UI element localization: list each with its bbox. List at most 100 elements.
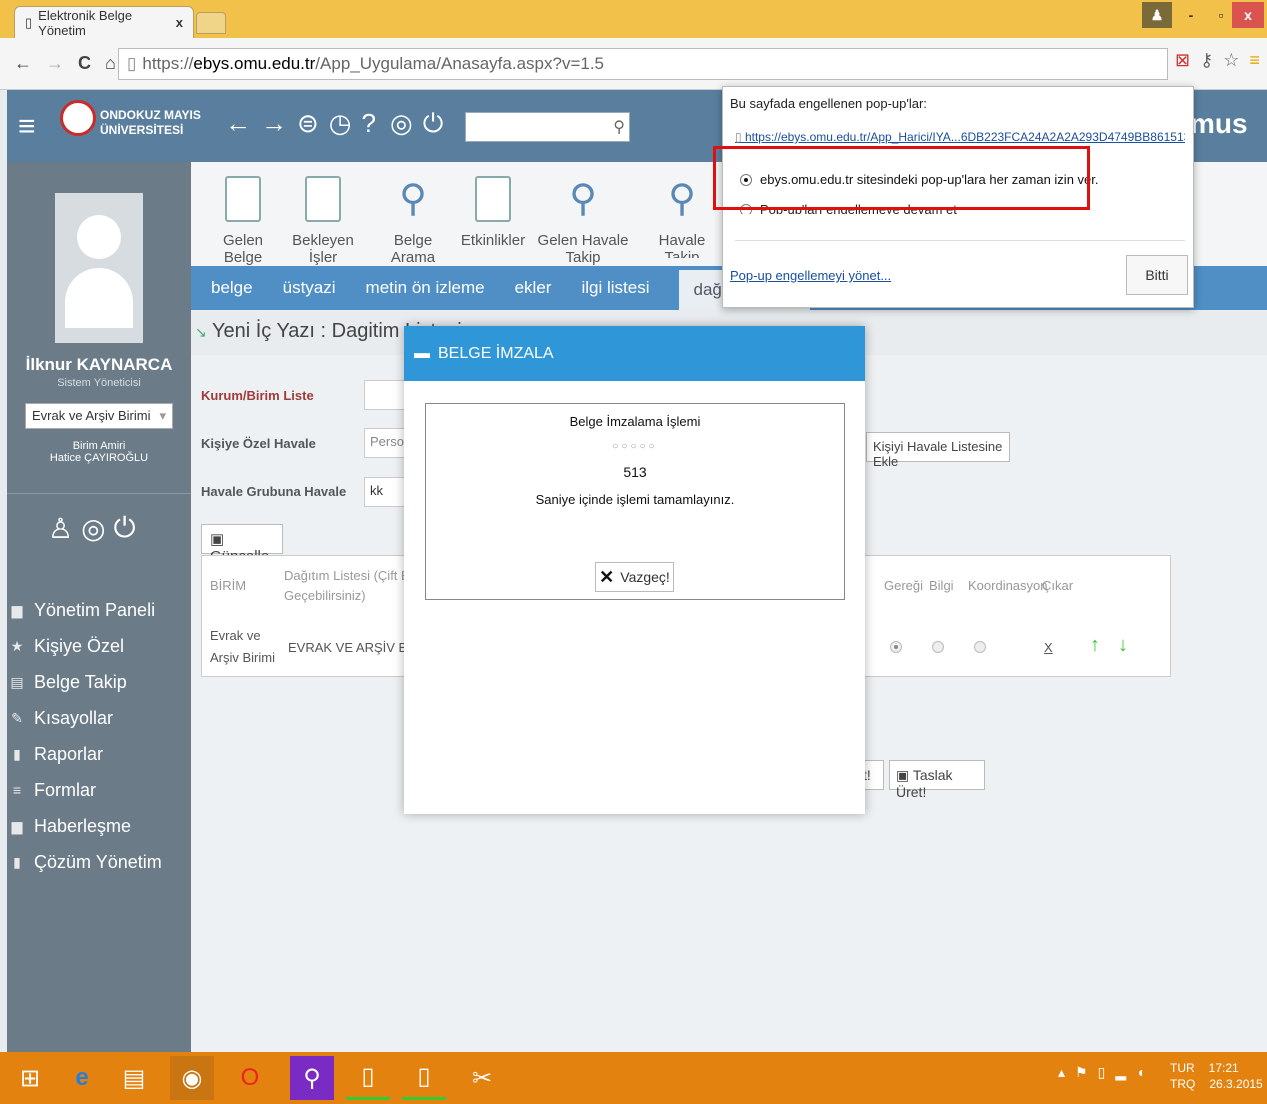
row-unit-1: Evrak ve xyxy=(210,628,261,643)
grup-label: Havale Grubuna Havale xyxy=(201,484,347,499)
ie-icon[interactable]: e xyxy=(60,1056,104,1100)
kurum-label: Kurum/Birim Liste xyxy=(201,388,314,403)
tab-ustyazi[interactable]: üstyazi xyxy=(283,278,336,298)
user-icon[interactable]: ♟ xyxy=(1142,2,1172,28)
chevron-down-icon: ▾ xyxy=(159,408,166,423)
radio-bilgi[interactable] xyxy=(932,641,944,653)
ribbon-etkinlikler-button[interactable]: Etkinlikler xyxy=(455,172,531,258)
document-icon xyxy=(225,176,261,222)
address-bar[interactable]: ▯ https://ebys.omu.edu.tr/App_Uygulama/A… xyxy=(118,48,1168,80)
ribbon-havale-takip-button[interactable]: ⚲ Havale Takip xyxy=(643,172,721,258)
hamburger-menu-icon[interactable]: ≡ xyxy=(18,112,36,142)
back-arrow-icon[interactable]: ← xyxy=(225,108,251,139)
sidebar-item-cozum-yonetim[interactable]: ▮ Çözüm Yönetim xyxy=(10,844,188,880)
home-icon[interactable]: ⌂ xyxy=(105,53,116,74)
chrome-icon[interactable]: ◉ xyxy=(170,1056,214,1100)
search-icon: ⚲ xyxy=(399,178,427,220)
start-icon[interactable]: ⊞ xyxy=(8,1056,52,1100)
tab-metin-on-izleme[interactable]: metin ön izleme xyxy=(366,278,485,298)
power-icon[interactable]: ⏻ xyxy=(114,512,136,545)
university-logo xyxy=(60,100,96,136)
header-cikar: Çıkar xyxy=(1042,578,1074,593)
chevron-up-icon[interactable]: ▴ xyxy=(1058,1064,1065,1081)
header-search-input[interactable]: ⚲ xyxy=(465,112,630,142)
opera-icon[interactable]: O xyxy=(228,1056,272,1100)
globe-icon[interactable]: ◎ xyxy=(81,512,105,545)
sidebar-item-yonetim-paneli[interactable]: ▆ Yönetim Paneli xyxy=(10,592,188,628)
remove-link[interactable]: X xyxy=(1044,640,1053,655)
star-icon[interactable]: ☆ xyxy=(1223,50,1239,71)
forward-arrow-icon[interactable]: → xyxy=(261,108,287,139)
radio-geregi[interactable] xyxy=(890,641,902,653)
sidebar-item-kisayollar[interactable]: ✎ Kısayollar xyxy=(10,700,188,736)
sidebar-item-formlar[interactable]: ≡ Formlar xyxy=(10,772,188,808)
grup-input[interactable]: kk xyxy=(364,477,406,507)
kurum-input[interactable] xyxy=(364,380,406,410)
tab-close-button[interactable]: x xyxy=(176,15,183,30)
new-tab-button[interactable] xyxy=(196,12,226,34)
blocked-popup-link[interactable]: ▯ https://ebys.omu.edu.tr/App_Harici/IYA… xyxy=(735,130,1185,144)
menu-icon[interactable]: ≡ xyxy=(1249,50,1260,71)
tool-icon[interactable]: ✂ xyxy=(460,1056,504,1100)
add-person-button[interactable]: Kişiyi Havale Listesine Ekle xyxy=(866,432,1010,469)
done-button[interactable]: Bitti xyxy=(1126,255,1188,295)
clock-icon[interactable]: ◷ xyxy=(329,108,352,139)
university-name: ONDOKUZ MAYIS ÜNİVERSİTESİ xyxy=(100,108,201,137)
power-icon[interactable]: ⏻ xyxy=(423,108,444,140)
popup-blocked-icon[interactable]: ⊠ xyxy=(1175,50,1190,71)
header-geregi: Gereği xyxy=(884,578,924,593)
minimize-button[interactable]: - xyxy=(1176,2,1206,28)
sidebar-item-haberlesme[interactable]: ▆ Haberleşme xyxy=(10,808,188,844)
arrow-down-icon[interactable]: ↓ xyxy=(1118,634,1128,657)
page-icon: ▯ xyxy=(127,54,137,73)
tab-ekler[interactable]: ekler xyxy=(515,278,552,298)
sidebar-item-raporlar[interactable]: ▮ Raporlar xyxy=(10,736,188,772)
cancel-button[interactable]: ✕ Vazgeç! xyxy=(595,562,674,592)
back-icon[interactable]: ← xyxy=(14,53,32,74)
globe-icon[interactable]: ◎ xyxy=(390,108,413,140)
manage-popups-link[interactable]: Pop-up engellemeyi yönet... xyxy=(730,268,891,283)
app-icon[interactable]: ▯ xyxy=(402,1056,446,1100)
arrow-up-icon[interactable]: ↑ xyxy=(1090,634,1100,657)
tab-belge[interactable]: belge xyxy=(211,278,253,298)
file-explorer-icon[interactable]: ▤ xyxy=(112,1056,156,1100)
user-icon[interactable]: ♙ xyxy=(48,512,73,545)
header-nav-icons: ← → ⊜ ◷ ? xyxy=(225,108,376,139)
flag-icon[interactable]: ⚑ xyxy=(1075,1064,1088,1081)
ribbon-belge-arama-button[interactable]: ⚲ Belge Arama xyxy=(375,172,451,266)
key-icon[interactable]: ⚷ xyxy=(1200,50,1213,71)
tab-title: Elektronik Belge Yönetim xyxy=(38,7,133,38)
bar-chart-icon: ▮ xyxy=(13,853,21,870)
update-button[interactable]: ▣ Güncelle xyxy=(201,524,283,565)
radio-koordinasyon[interactable] xyxy=(974,641,986,653)
draft-button[interactable]: ▣ Taslak Üret! xyxy=(889,760,985,800)
signal-icon[interactable]: ▂ xyxy=(1115,1064,1126,1081)
browser-tab[interactable]: ▯ Elektronik Belge Yönetim x xyxy=(14,6,194,38)
tab-ilgi-listesi[interactable]: ilgi listesi xyxy=(581,278,649,298)
close-window-button[interactable]: x xyxy=(1232,2,1264,28)
list-circle-icon[interactable]: ⊜ xyxy=(297,108,319,139)
row-unit-2: Arşiv Birimi xyxy=(210,650,275,665)
app-icon[interactable]: ▯ xyxy=(346,1056,390,1100)
volume-icon[interactable]: ◖ xyxy=(1136,1064,1144,1081)
reload-icon[interactable]: C xyxy=(78,53,91,74)
pencil-icon: ✎ xyxy=(11,709,23,726)
unit-select[interactable]: Evrak ve Arşiv Birimi ▾ xyxy=(25,403,173,429)
forward-icon[interactable]: → xyxy=(46,53,64,74)
search-icon: ⚲ xyxy=(668,178,696,220)
clock[interactable]: TUR 17:21 TRQ 26.3.2015 xyxy=(1170,1060,1263,1092)
ribbon-gelen-belge-button[interactable]: Gelen Belge xyxy=(205,172,281,266)
battery-icon[interactable]: ▯ xyxy=(1098,1064,1106,1081)
ribbon-bekleyen-isler-button[interactable]: Bekleyen İşler xyxy=(285,172,361,266)
sidebar-item-belge-takip[interactable]: ▤ Belge Takip xyxy=(10,664,188,700)
ribbon-gelen-havale-takip-button[interactable]: ⚲ Gelen Havale Takip xyxy=(528,172,638,266)
sidebar-item-kisiye-ozel[interactable]: ★ Kişiye Özel xyxy=(10,628,188,664)
url-path: /App_Uygulama/Anasayfa.aspx?v=1.5 xyxy=(315,54,605,73)
save-icon: ▣ xyxy=(210,531,225,548)
search-app-icon[interactable]: ⚲ xyxy=(290,1056,334,1100)
divider xyxy=(7,493,191,494)
popup-title: Bu sayfada engellenen pop-up'lar: xyxy=(730,96,927,111)
avatar xyxy=(55,193,143,343)
personel-input[interactable]: Person xyxy=(364,428,406,458)
help-icon[interactable]: ? xyxy=(361,108,375,139)
